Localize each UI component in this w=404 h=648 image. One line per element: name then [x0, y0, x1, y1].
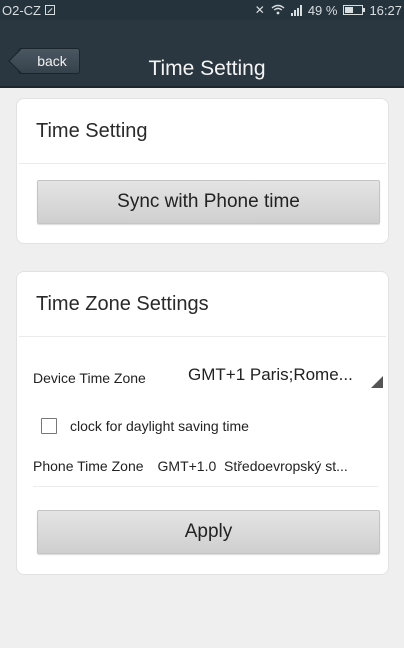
device-tz-label: Device Time Zone	[33, 370, 146, 386]
time-zone-card: Time Zone Settings Device Time Zone GMT+…	[16, 271, 389, 575]
battery-percent: 49 %	[307, 2, 338, 18]
battery-fill	[345, 7, 354, 13]
device-tz-select[interactable]: GMT+1 Paris;Rome...	[183, 360, 383, 390]
time-setting-title: Time Setting	[19, 99, 386, 164]
wifi-icon	[271, 4, 285, 17]
mute-icon: ✕	[254, 3, 265, 17]
nav-bar: back Time Setting	[0, 20, 404, 88]
battery-icon	[343, 5, 366, 15]
time-zone-title: Time Zone Settings	[19, 272, 386, 337]
page-title: Time Setting	[148, 57, 266, 80]
nav-divider	[0, 86, 404, 88]
dropdown-arrow-icon	[371, 376, 383, 388]
dst-row: clock for daylight saving time	[33, 416, 378, 436]
signal-icon	[290, 4, 302, 16]
status-bar: O2-CZ ✕ 49 % 16:27	[0, 0, 404, 20]
status-icons: ✕ 49 % 16:27	[255, 3, 402, 18]
phone-tz-label: Phone Time Zone	[33, 458, 144, 474]
carrier-name: O2-CZ	[2, 2, 41, 18]
time-setting-card: Time Setting Sync with Phone time	[16, 98, 389, 244]
dst-label: clock for daylight saving time	[70, 418, 249, 434]
status-time: 16:27	[369, 2, 402, 18]
apply-button[interactable]: Apply	[37, 510, 380, 554]
dst-checkbox[interactable]	[41, 418, 57, 434]
phone-tz-divider	[33, 486, 378, 487]
phone-tz-row: Phone Time Zone GMT+1.0 Středoevropský s…	[33, 456, 378, 476]
device-tz-value: GMT+1 Paris;Rome...	[188, 365, 353, 384]
carrier-group: O2-CZ	[2, 3, 55, 18]
sync-phone-time-button[interactable]: Sync with Phone time	[37, 180, 380, 224]
sim-icon	[45, 5, 55, 15]
phone-tz-value: GMT+1.0 Středoevropský st...	[157, 458, 348, 474]
